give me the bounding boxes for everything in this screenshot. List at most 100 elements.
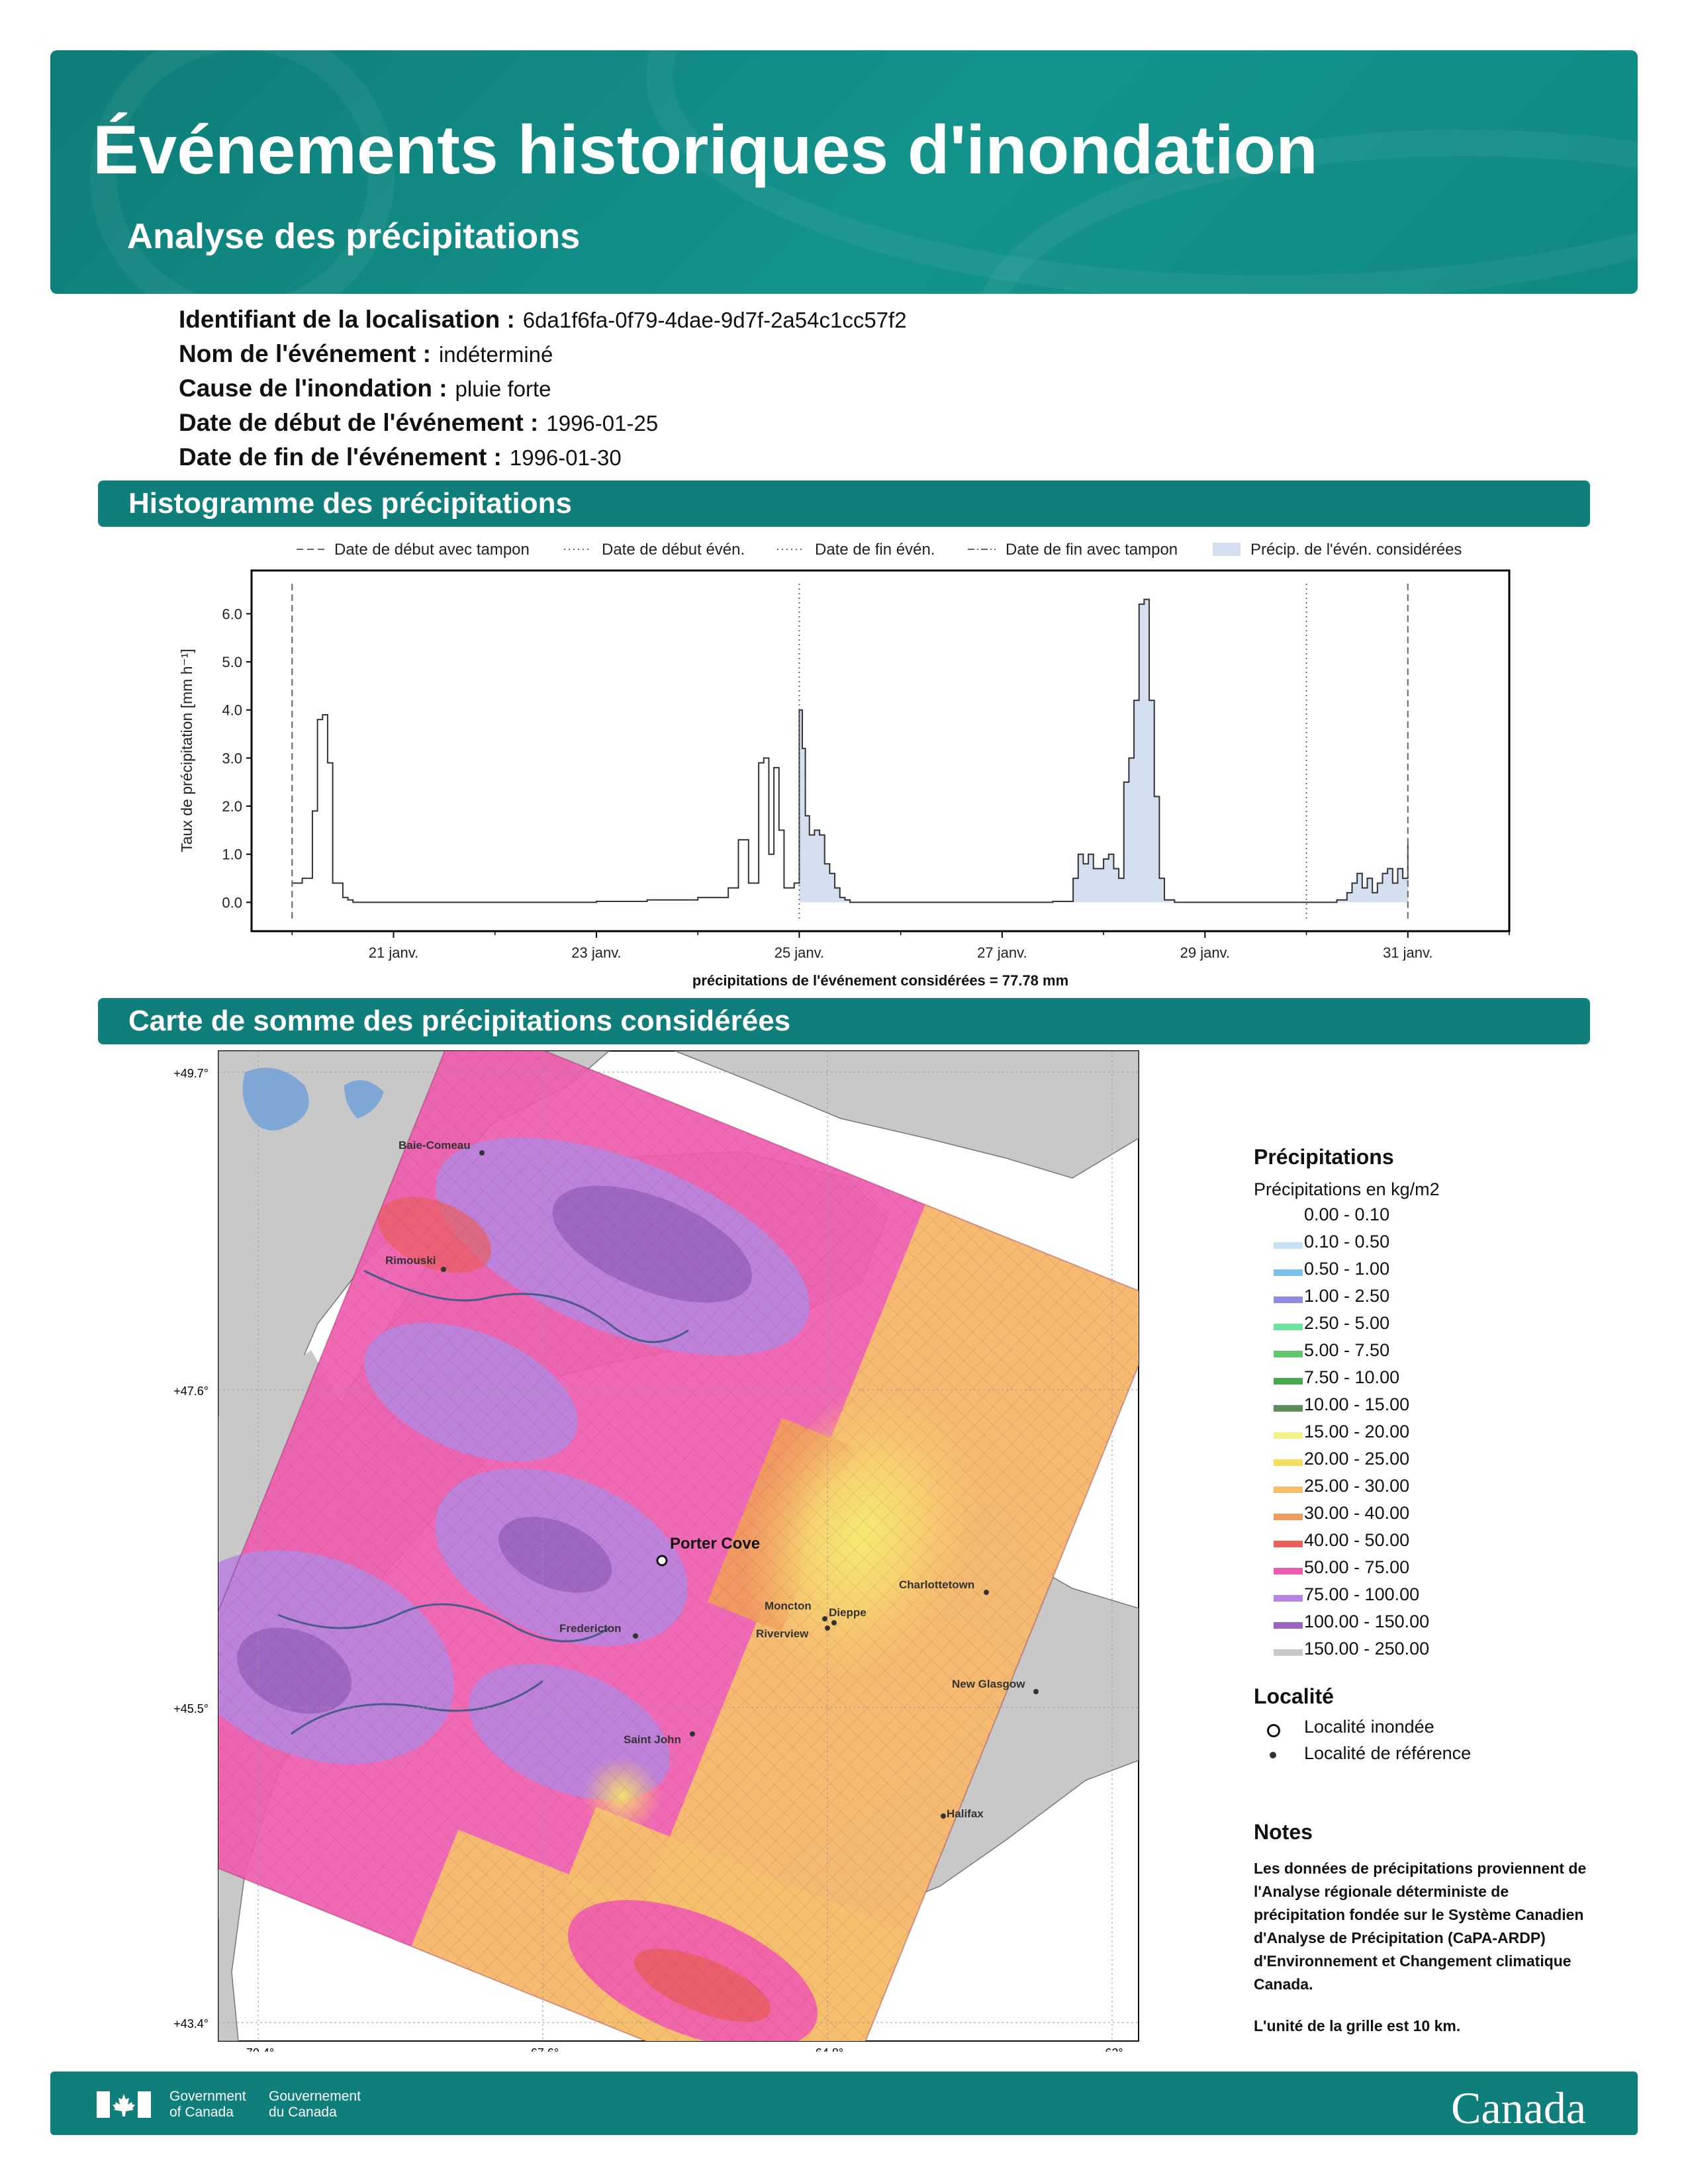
locality-reference-label: Localité de référence [1304, 1743, 1472, 1763]
legend-color-swatch [1274, 1269, 1303, 1276]
meta-end-date: Date de fin de l'événement : 1996-01-30 [179, 443, 622, 471]
gov-en-line2: of Canada [169, 2105, 234, 2120]
event-date-lines [291, 584, 1409, 922]
flooded-locality-marker-icon [1267, 1724, 1280, 1737]
notes-grid-unit: L'unité de la grille est 10 km. [1254, 2017, 1461, 2034]
precip-step-line [292, 598, 1409, 903]
meta-event-name: Nom de l'événement : indéterminé [179, 340, 553, 368]
legend-range-label: 0.10 - 0.50 [1304, 1232, 1390, 1251]
meta-value: 1996-01-30 [509, 445, 622, 470]
y-tick-label: 1.0 [222, 846, 242, 863]
place-label: Saint John [624, 1733, 681, 1746]
place-label: Riverview [756, 1627, 809, 1640]
legend-color-swatch [1274, 1595, 1303, 1602]
legend-range-label: 15.00 - 20.00 [1304, 1422, 1410, 1441]
x-tick-label: 29 janv. [1180, 944, 1230, 961]
precip-series-line [292, 598, 1409, 903]
place-label: New Glasgow [952, 1678, 1025, 1690]
page-title: Événements historiques d'inondation [93, 112, 1318, 189]
legend-color-swatch [1274, 1215, 1303, 1222]
place-label: Fredericton [559, 1622, 622, 1635]
legend-range-label: 10.00 - 15.00 [1304, 1394, 1410, 1414]
x-axis-label: précipitations de l'événement considérée… [692, 972, 1068, 989]
y-tick-label: 6.0 [222, 606, 242, 622]
meta-label: Date de fin de l'événement : [179, 443, 502, 471]
legend-color-swatch [1274, 1378, 1303, 1385]
legend-color-swatch [1274, 1351, 1303, 1357]
legend-range-label: 100.00 - 150.00 [1304, 1612, 1430, 1631]
legend-range-label: 25.00 - 30.00 [1304, 1476, 1410, 1496]
legend-swatch-considered [1213, 543, 1241, 556]
precipitation-sum-map: +49.7° +47.6° +45.5° +43.4° -70.4° -67.6… [173, 1050, 1139, 2052]
place-label: Halifax [947, 1807, 984, 1820]
footer: Government of Canada Gouvernement du Can… [50, 2071, 1638, 2135]
notes-text: Les données de précipitations proviennen… [1254, 1860, 1587, 1993]
meta-label: Identifiant de la localisation : [179, 306, 515, 333]
legend-range-label: 20.00 - 25.00 [1304, 1449, 1410, 1469]
page-subtitle: Analyse des précipitations [127, 216, 581, 256]
legend-label: Date de fin avec tampon [1006, 541, 1178, 559]
y-tick-label: 0.0 [222, 894, 242, 911]
meta-value: 1996-01-25 [546, 411, 659, 435]
place-label: Dieppe [829, 1606, 867, 1619]
legend-color-swatch [1274, 1324, 1303, 1330]
legend-label: Date de début évén. [602, 541, 745, 559]
x-tick-label: 27 janv. [977, 944, 1027, 961]
y-tick-label: 4.0 [222, 702, 242, 719]
legend-range-label: 40.00 - 50.00 [1304, 1530, 1410, 1550]
legend-range-label: 30.00 - 40.00 [1304, 1503, 1410, 1523]
x-tick-label: 21 janv. [369, 944, 418, 961]
section-histogram-bar: Histogramme des précipitations [98, 480, 1590, 527]
gov-fr-line2: du Canada [269, 2105, 337, 2120]
legend-range-label: 0.50 - 1.00 [1304, 1259, 1390, 1279]
meta-label: Date de début de l'événement : [179, 409, 539, 436]
y-axis-label: Taux de précipitation [mm h⁻¹] [178, 649, 195, 852]
legend-subtitle: Précipitations en kg/m2 [1254, 1179, 1440, 1199]
y-tick-label: 3.0 [222, 750, 242, 766]
legend-color-swatch [1274, 1405, 1303, 1412]
lat-label: +49.7° [173, 1067, 209, 1080]
reference-locality-marker-icon [1270, 1752, 1276, 1758]
gov-fr-line1: Gouvernement [269, 2089, 361, 2104]
meta-value: indéterminé [438, 342, 553, 367]
notes-title: Notes [1254, 1820, 1313, 1844]
canada-flag-icon [97, 2091, 151, 2118]
section-map-title: Carte de somme des précipitations consid… [128, 1005, 791, 1037]
legend-color-swatch [1274, 1486, 1303, 1493]
chart-frame [250, 569, 1511, 933]
locality-flooded-label: Localité inondée [1304, 1717, 1434, 1737]
place-label: Rimouski [385, 1254, 436, 1267]
section-histogram-title: Histogramme des précipitations [128, 487, 572, 520]
y-tick-label: 5.0 [222, 654, 242, 670]
canada-wordmark: Canada [1451, 2083, 1586, 2133]
meta-start-date: Date de début de l'événement : 1996-01-25 [179, 409, 658, 437]
meta-location-id: Identifiant de la localisation : 6da1f6fa… [179, 306, 907, 334]
meta-value: pluie forte [455, 377, 551, 401]
considered-precip-area [799, 599, 1408, 903]
legend-color-swatch [1274, 1459, 1303, 1466]
meta-value: 6da1f6fa-0f79-4dae-9d7f-2a54c1cc57f2 [522, 308, 907, 332]
legend-color-swatch [1274, 1514, 1303, 1520]
legend-range-label: 1.00 - 2.50 [1304, 1286, 1390, 1306]
x-axis-ticks: 21 janv. 23 janv. 25 janv. 27 janv. 29 janv.… [291, 931, 1510, 961]
legend-label: Précip. de l'évén. considérées [1250, 541, 1462, 559]
y-tick-label: 2.0 [222, 798, 242, 815]
legend-range-label: 2.50 - 5.00 [1304, 1313, 1390, 1333]
x-tick-label: 31 janv. [1383, 944, 1432, 961]
legend-color-swatch [1274, 1432, 1303, 1439]
gov-en-line1: Government [169, 2089, 246, 2104]
legend-label: Date de début avec tampon [334, 541, 530, 559]
legend-range-label: 7.50 - 10.00 [1304, 1367, 1400, 1387]
y-axis-ticks: 0.0 1.0 2.0 3.0 4.0 5.0 6.0 [222, 606, 252, 911]
legend-color-swatch [1274, 1541, 1303, 1547]
flooded-place-label: Porter Cove [670, 1535, 760, 1553]
meta-label: Nom de l'événement : [179, 340, 431, 367]
section-map-bar: Carte de somme des précipitations consid… [98, 998, 1590, 1044]
lat-label: +47.6° [173, 1385, 209, 1398]
legend-range-label: 50.00 - 75.00 [1304, 1557, 1410, 1577]
chart-legend: Date de début avec tampon Date de début … [297, 541, 1462, 559]
x-tick-label: 23 janv. [571, 944, 621, 961]
legend-range-label: 75.00 - 100.00 [1304, 1584, 1420, 1604]
legend-color-swatch [1274, 1622, 1303, 1629]
meta-flood-cause: Cause de l'inondation : pluie forte [179, 375, 551, 402]
